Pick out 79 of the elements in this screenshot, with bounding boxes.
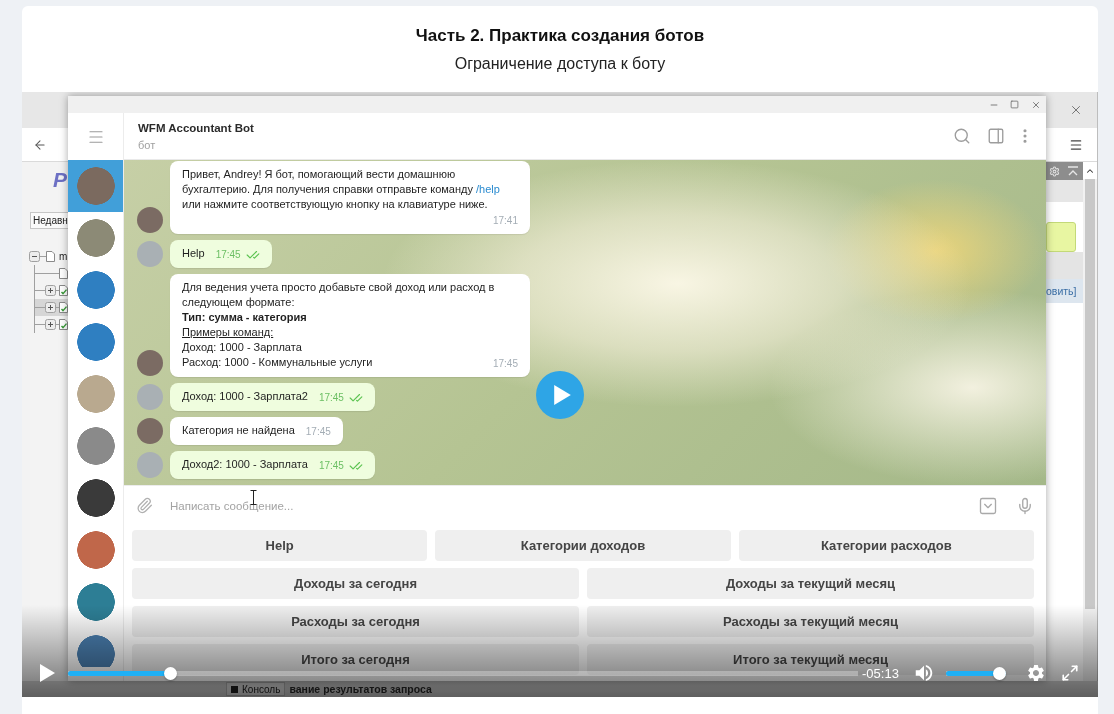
- tree-item[interactable]: [35, 282, 68, 299]
- message-time: 17:45: [305, 426, 331, 438]
- panel-title: вание результатов запроса: [289, 683, 432, 695]
- message-input[interactable]: Написать сообщение...: [168, 493, 978, 518]
- keyboard-button[interactable]: Доходы за текущий месяц: [587, 568, 1034, 599]
- menu-icon[interactable]: [1069, 137, 1083, 152]
- search-icon[interactable]: [953, 127, 971, 145]
- chat-subtitle: бот: [138, 137, 157, 152]
- link-text[interactable]: овить]: [1046, 285, 1077, 297]
- settings-icon[interactable]: [1025, 663, 1046, 683]
- message-text: Расход: 1000 - Коммунальные услуги: [182, 356, 373, 368]
- keyboard-toggle-icon[interactable]: [978, 495, 998, 516]
- fullscreen-icon[interactable]: [1060, 664, 1079, 682]
- message-text: Категория не найдена: [182, 424, 295, 436]
- avatar-icon: [76, 479, 115, 517]
- settings-icon[interactable]: [1049, 165, 1060, 177]
- message-text: Help: [182, 247, 205, 259]
- avatar-icon: [137, 241, 163, 267]
- message-time: 17:45: [318, 392, 344, 404]
- lesson-title: Часть 2. Практика создания ботов: [415, 26, 705, 46]
- message-text: Примеры команд:: [182, 325, 275, 340]
- avatar-icon: [76, 219, 115, 257]
- keyboard-button[interactable]: Расходы за сегодня: [132, 606, 579, 637]
- keyboard-button[interactable]: Итого за сегодня: [132, 644, 579, 675]
- message-time: 17:45: [215, 249, 241, 261]
- tree-item[interactable]: m: [29, 248, 68, 265]
- square-icon: [231, 685, 238, 693]
- avatar-icon: [76, 323, 115, 361]
- sidebar-toggle-icon[interactable]: [987, 127, 1005, 145]
- console-tab[interactable]: Консоль: [226, 682, 286, 696]
- message-time: 17:45: [492, 358, 518, 370]
- avatar-icon: [137, 452, 163, 478]
- keyboard-button[interactable]: Категории расходов: [738, 530, 1034, 561]
- tree-item-label: m: [59, 250, 68, 263]
- scrollbar-thumb[interactable]: [1085, 179, 1095, 609]
- tree-item[interactable]: [35, 316, 68, 333]
- tree-item[interactable]: [35, 265, 68, 282]
- message-text: Доход: 1000 - Зарплата2: [182, 390, 308, 402]
- scroll-up-button[interactable]: [1083, 162, 1097, 179]
- command-link[interactable]: /help: [476, 183, 500, 195]
- message-text: Привет, Andrey! Я бот, помогающий вести домашнюю бухгалтерию. Для получения справки отправьте команду /help или нажмите соответствующую кнопку на клавиатуре ниже.: [182, 168, 500, 210]
- lesson-subtitle: Ограничение доступа к боту: [454, 54, 666, 74]
- tree-item[interactable]: [35, 299, 68, 316]
- keyboard-button[interactable]: Доходы за сегодня: [132, 568, 579, 599]
- play-icon[interactable]: [39, 664, 55, 682]
- logo-text: Р: [53, 169, 67, 191]
- avatar-icon: [137, 418, 163, 444]
- plus-box-icon[interactable]: [45, 285, 56, 296]
- message-text: Для ведения учета просто добавьте свой доход или расход в следующем формате:: [182, 280, 496, 310]
- keyboard-button[interactable]: Категории доходов: [435, 530, 731, 561]
- avatar-icon: [137, 384, 163, 410]
- keyboard-button[interactable]: Help: [132, 530, 428, 561]
- minus-box-icon[interactable]: [29, 251, 40, 262]
- keyboard-button[interactable]: Расходы за текущий месяц: [587, 606, 1034, 637]
- document-icon: [46, 251, 55, 262]
- avatar-icon: [76, 375, 115, 413]
- chat-title: WFM Accountant Bot: [138, 120, 254, 135]
- close-icon[interactable]: [1030, 99, 1041, 110]
- message-text: Доход: 1000 - Зарплата: [182, 340, 303, 355]
- attach-icon[interactable]: [136, 497, 153, 514]
- collapse-icon[interactable]: [1067, 165, 1079, 177]
- message-time: 17:45: [318, 460, 344, 472]
- message-text: Тип: сумма - категория: [182, 310, 308, 325]
- avatar-icon: [76, 167, 115, 205]
- avatar-icon: [76, 427, 115, 465]
- avatar-icon: [76, 531, 115, 569]
- avatar-icon: [76, 271, 115, 309]
- avatar-icon: [137, 350, 163, 376]
- message-time: 17:41: [492, 215, 518, 227]
- maximize-icon[interactable]: [1010, 100, 1019, 109]
- plus-box-icon[interactable]: [45, 319, 56, 330]
- notice-panel: [1046, 222, 1076, 252]
- tab-label: Консоль: [242, 683, 281, 695]
- avatar-icon: [137, 207, 163, 233]
- recent-dropdown[interactable]: Недавн: [30, 212, 68, 229]
- plus-box-icon[interactable]: [45, 302, 56, 313]
- microphone-icon[interactable]: [1016, 496, 1034, 515]
- close-icon[interactable]: [1069, 103, 1083, 117]
- message-text: Доход2: 1000 - Зарплата: [182, 458, 308, 470]
